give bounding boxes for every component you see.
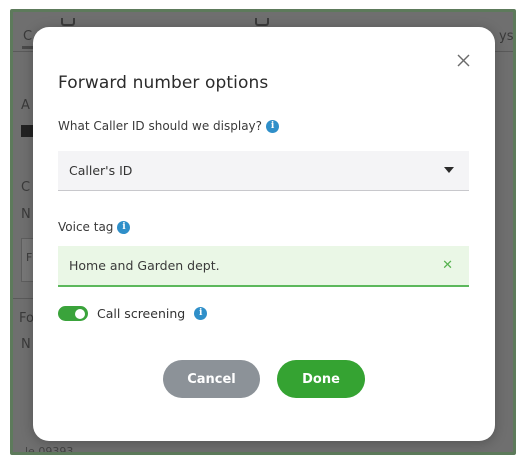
- call-screening-label: Call screening: [97, 306, 186, 321]
- caller-id-label-row: What Caller ID should we display? i: [58, 119, 280, 133]
- close-icon: [457, 54, 470, 67]
- call-screening-row: Call screening i: [58, 306, 208, 321]
- bg-tab-label-right: ys: [499, 29, 514, 44]
- toggle-knob: [75, 308, 85, 319]
- voice-tag-value: Home and Garden dept.: [69, 258, 220, 273]
- bg-fragment-n2: N: [21, 337, 31, 352]
- bg-fragment-a: A: [21, 98, 30, 113]
- bg-divider-mid: [13, 298, 35, 299]
- caller-id-label: What Caller ID should we display?: [58, 119, 263, 133]
- bg-fragment-f: F: [26, 251, 33, 264]
- forward-number-options-dialog: Forward number options What Caller ID sh…: [33, 27, 495, 441]
- close-button[interactable]: [455, 52, 473, 70]
- clear-icon[interactable]: ✕: [442, 258, 453, 273]
- bg-tab-edge-mid: [255, 18, 269, 26]
- info-icon[interactable]: i: [194, 307, 208, 320]
- bg-bold-mark: [21, 125, 33, 137]
- info-icon[interactable]: i: [266, 119, 280, 133]
- bg-fragment-n: N: [21, 207, 31, 222]
- bg-fragment-fo: Fo: [19, 311, 34, 326]
- caller-id-select[interactable]: Caller's ID: [58, 151, 469, 191]
- caller-id-selected-value: Caller's ID: [69, 163, 133, 178]
- caret-down-icon: [444, 167, 454, 173]
- done-button[interactable]: Done: [277, 360, 365, 398]
- voice-tag-label-row: Voice tag i: [58, 220, 131, 234]
- bg-tab-edge-left: [61, 18, 75, 26]
- info-icon[interactable]: i: [117, 220, 131, 234]
- bg-fragment-bottom: le 09393: [25, 445, 74, 455]
- voice-tag-input[interactable]: Home and Garden dept. ✕: [58, 246, 469, 287]
- dialog-title: Forward number options: [58, 73, 269, 93]
- bg-fragment-c: C: [21, 180, 31, 195]
- call-screening-toggle[interactable]: [58, 306, 88, 321]
- cancel-button[interactable]: Cancel: [163, 360, 260, 398]
- voice-tag-label: Voice tag: [58, 220, 114, 234]
- bg-tab-label-left: C: [23, 29, 33, 44]
